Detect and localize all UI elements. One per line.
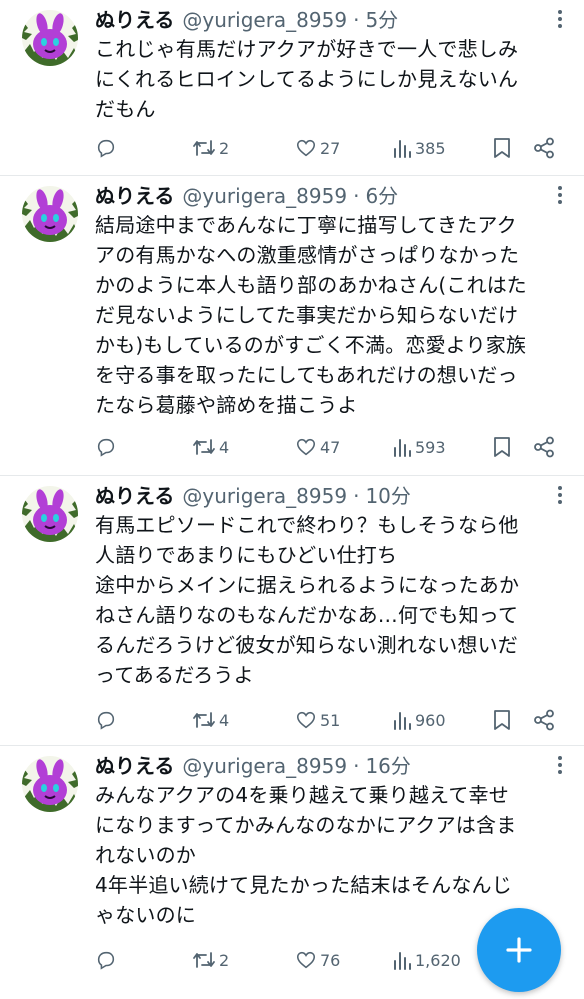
views-icon <box>394 140 411 158</box>
bookmark-icon <box>494 437 510 457</box>
display-name[interactable]: ぬりえる <box>95 182 174 210</box>
timeline: ぬりえる @yurigera_8959 · 5分 これじゃ有馬だけアクアが好きで… <box>0 0 584 999</box>
tweet[interactable]: ぬりえる @yurigera_8959 · 6分 結局途中まであんなに丁寧に描写… <box>0 176 584 476</box>
user-handle[interactable]: @yurigera_8959 <box>182 6 347 34</box>
share-button[interactable] <box>533 432 555 462</box>
avatar[interactable] <box>22 186 78 242</box>
separator-dot: · <box>353 8 360 32</box>
like-button[interactable]: 47 <box>295 432 340 462</box>
like-count: 76 <box>320 950 341 970</box>
share-icon <box>534 436 554 458</box>
retweet-button[interactable]: 4 <box>192 705 229 735</box>
retweet-count: 4 <box>219 437 230 457</box>
like-button[interactable]: 27 <box>295 133 340 163</box>
share-button[interactable] <box>533 705 555 735</box>
bookmark-button[interactable] <box>493 432 511 462</box>
tweet-text: これじゃ有馬だけアクアが好きで一人で悲しみ にくれるヒロインしてるようにしか見え… <box>95 37 519 121</box>
timestamp[interactable]: 5分 <box>365 6 398 34</box>
like-button[interactable]: 51 <box>295 705 340 735</box>
retweet-button[interactable]: 2 <box>192 133 229 163</box>
reply-button[interactable] <box>95 945 117 975</box>
retweet-count: 4 <box>219 710 230 730</box>
timestamp[interactable]: 16分 <box>365 752 410 780</box>
bookmark-button[interactable] <box>493 133 511 163</box>
user-handle[interactable]: @yurigera_8959 <box>182 182 347 210</box>
retweet-icon <box>193 952 215 968</box>
separator-dot: · <box>353 184 360 208</box>
retweet-button[interactable]: 2 <box>192 945 229 975</box>
bookmark-button[interactable] <box>493 705 511 735</box>
bookmark-icon <box>494 138 510 158</box>
action-bar: 4 51 960 <box>95 705 564 735</box>
action-bar: 2 27 385 <box>95 133 564 163</box>
separator-dot: · <box>353 754 360 778</box>
heart-icon <box>296 951 316 969</box>
retweet-count: 2 <box>219 138 230 158</box>
views-count: 593 <box>415 437 446 457</box>
like-count: 27 <box>320 138 341 158</box>
heart-icon <box>296 438 316 456</box>
tweet-header: ぬりえる @yurigera_8959 · 5分 <box>95 6 544 34</box>
views-count: 960 <box>415 710 446 730</box>
retweet-button[interactable]: 4 <box>192 432 229 462</box>
user-handle[interactable]: @yurigera_8959 <box>182 482 347 510</box>
tweet-header: ぬりえる @yurigera_8959 · 16分 <box>95 752 544 780</box>
retweet-icon <box>193 140 215 156</box>
like-count: 47 <box>320 437 341 457</box>
avatar[interactable] <box>22 10 78 66</box>
tweet-text: みんなアクアの4を乗り越えて乗り越えて幸せ になりますってかみんなのなかにアクア… <box>95 783 517 927</box>
bookmark-icon <box>494 710 510 730</box>
reply-icon <box>97 951 115 970</box>
heart-icon <box>296 139 316 157</box>
timestamp[interactable]: 10分 <box>365 482 410 510</box>
more-options-icon[interactable] <box>550 756 570 776</box>
tweet[interactable]: ぬりえる @yurigera_8959 · 5分 これじゃ有馬だけアクアが好きで… <box>0 0 584 176</box>
like-button[interactable]: 76 <box>295 945 340 975</box>
reply-button[interactable] <box>95 705 117 735</box>
tweet[interactable]: ぬりえる @yurigera_8959 · 10分 有馬エピソードこれで終わり？… <box>0 476 584 746</box>
views-button[interactable]: 593 <box>392 432 446 462</box>
views-count: 385 <box>415 138 446 158</box>
retweet-icon <box>193 439 215 455</box>
more-options-icon[interactable] <box>550 186 570 206</box>
views-button[interactable]: 960 <box>392 705 446 735</box>
compose-button[interactable] <box>477 908 561 992</box>
views-icon <box>394 439 411 457</box>
share-icon <box>534 709 554 731</box>
views-icon <box>394 712 411 730</box>
more-options-icon[interactable] <box>550 486 570 506</box>
views-count: 1,620 <box>415 950 461 970</box>
reply-icon <box>97 711 115 730</box>
action-bar: 4 47 593 <box>95 432 564 462</box>
timestamp[interactable]: 6分 <box>365 182 398 210</box>
share-button[interactable] <box>533 133 555 163</box>
reply-icon <box>97 438 115 457</box>
plus-icon <box>506 937 532 963</box>
more-options-icon[interactable] <box>550 10 570 30</box>
tweet-header: ぬりえる @yurigera_8959 · 6分 <box>95 182 544 210</box>
reply-icon <box>97 139 115 158</box>
avatar[interactable] <box>22 486 78 542</box>
retweet-icon <box>193 712 215 728</box>
share-icon <box>534 137 554 159</box>
heart-icon <box>296 711 316 729</box>
tweet-text: 有馬エピソードこれで終わり？もしそうなら他 人語りであまりにもひどい仕打ち 途中… <box>95 513 520 687</box>
views-icon <box>394 952 411 970</box>
display-name[interactable]: ぬりえる <box>95 482 174 510</box>
reply-button[interactable] <box>95 432 117 462</box>
avatar[interactable] <box>22 756 78 812</box>
separator-dot: · <box>353 484 360 508</box>
retweet-count: 2 <box>219 950 230 970</box>
views-button[interactable]: 385 <box>392 133 446 163</box>
tweet-text: 結局途中まであんなに丁寧に描写してきたアク アの有馬かなへの激重感情がさっぱりな… <box>95 213 527 417</box>
views-button[interactable]: 1,620 <box>392 945 461 975</box>
display-name[interactable]: ぬりえる <box>95 752 174 780</box>
reply-button[interactable] <box>95 133 117 163</box>
display-name[interactable]: ぬりえる <box>95 6 174 34</box>
like-count: 51 <box>320 710 341 730</box>
user-handle[interactable]: @yurigera_8959 <box>182 752 347 780</box>
tweet-header: ぬりえる @yurigera_8959 · 10分 <box>95 482 544 510</box>
